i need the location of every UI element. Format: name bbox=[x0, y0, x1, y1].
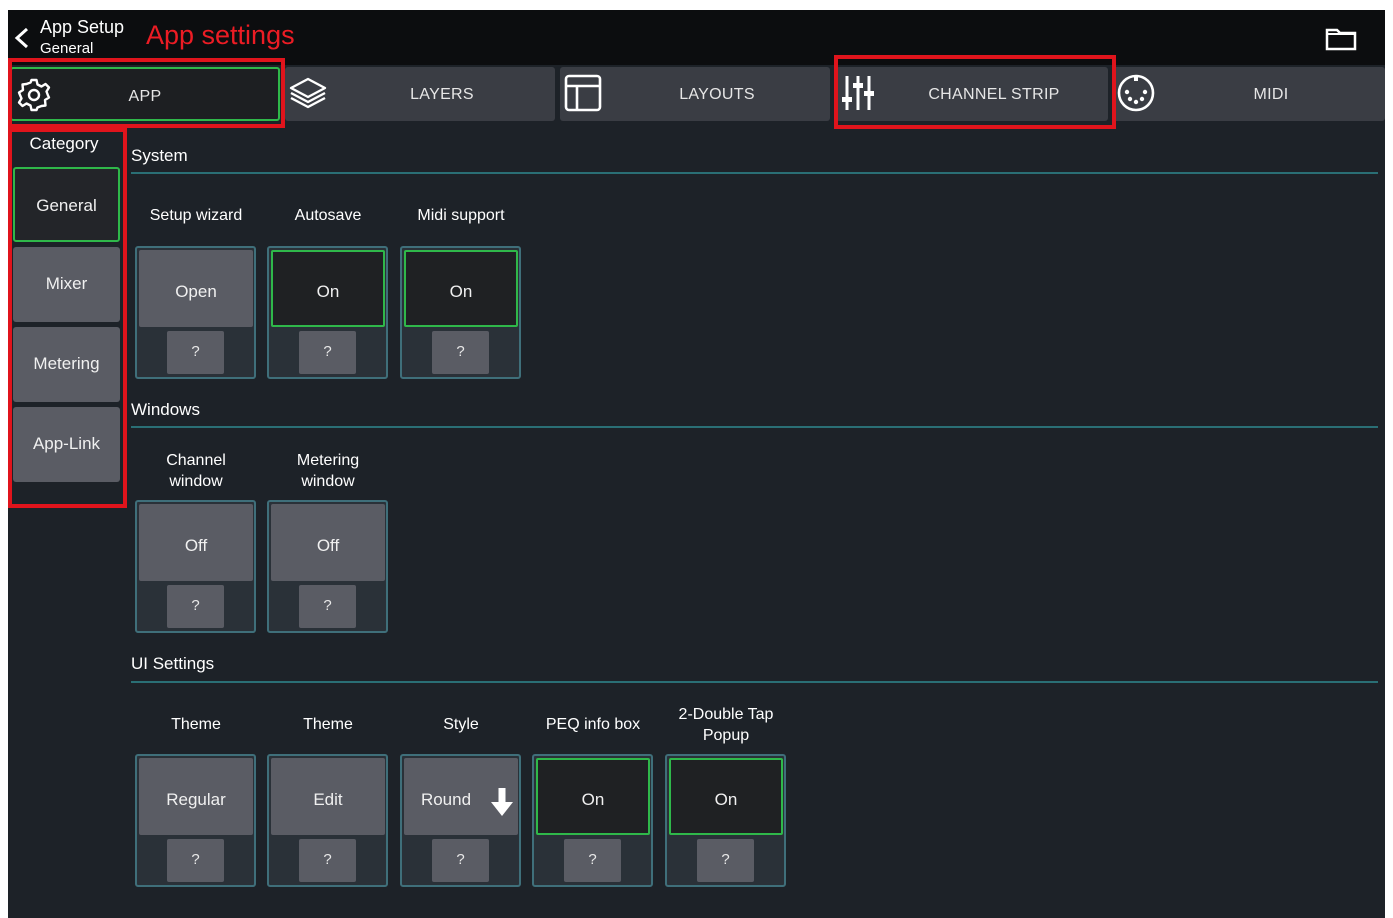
arrow-down-icon bbox=[490, 786, 514, 818]
category-general[interactable]: General bbox=[13, 167, 120, 242]
peq-info-box-toggle[interactable]: On bbox=[536, 758, 650, 835]
metering-window-toggle[interactable]: Off bbox=[271, 504, 385, 581]
double-tap-popup-toggle[interactable]: On bbox=[669, 758, 783, 835]
setting-label: Channel window bbox=[166, 452, 226, 490]
category-label: General bbox=[36, 196, 97, 215]
help-button[interactable]: ? bbox=[299, 585, 356, 628]
sliders-icon bbox=[838, 73, 880, 113]
theme-select-button[interactable]: Regular bbox=[139, 758, 253, 835]
category-label: Metering bbox=[33, 354, 100, 373]
section-title-system: System bbox=[131, 146, 188, 165]
tab-app[interactable]: APP bbox=[10, 67, 280, 121]
tab-label: LAYOUTS bbox=[679, 86, 755, 103]
section-divider bbox=[131, 426, 1378, 428]
style-dropdown[interactable]: Round bbox=[404, 758, 518, 835]
channel-window-toggle[interactable]: Off bbox=[139, 504, 253, 581]
tab-layers[interactable]: LAYERS bbox=[285, 67, 555, 121]
tab-label: CHANNEL STRIP bbox=[928, 86, 1060, 103]
setting-label: Style bbox=[443, 716, 479, 733]
setting-label: PEQ info box bbox=[545, 716, 641, 733]
tab-label: LAYERS bbox=[410, 86, 474, 103]
help-button[interactable]: ? bbox=[167, 585, 224, 628]
category-app-link[interactable]: App-Link bbox=[13, 407, 120, 482]
help-button[interactable]: ? bbox=[564, 839, 621, 882]
setting-card-setup-wizard: Open ? bbox=[135, 246, 256, 379]
help-button[interactable]: ? bbox=[167, 839, 224, 882]
setting-label: Theme bbox=[303, 716, 353, 733]
section-title-ui-settings: UI Settings bbox=[131, 654, 215, 673]
tab-label: MIDI bbox=[1253, 86, 1289, 103]
setting-card-channel-window: Off ? bbox=[135, 500, 256, 633]
setting-card-metering-window: Off ? bbox=[267, 500, 388, 633]
help-button[interactable]: ? bbox=[299, 331, 356, 374]
category-label: Mixer bbox=[45, 274, 88, 293]
help-button[interactable]: ? bbox=[299, 839, 356, 882]
setting-card-double-tap-popup: On ? bbox=[665, 754, 786, 887]
category-mixer[interactable]: Mixer bbox=[13, 247, 120, 322]
section-divider bbox=[131, 172, 1378, 174]
midi-connector-icon bbox=[1115, 73, 1157, 113]
help-button[interactable]: ? bbox=[697, 839, 754, 882]
setting-card-theme: Regular ? bbox=[135, 754, 256, 887]
folder-icon[interactable] bbox=[1324, 24, 1358, 52]
theme-edit-button[interactable]: Edit bbox=[271, 758, 385, 835]
tab-bar: APP LAYERS LAYOUTS CHANNEL STRIP MIDI bbox=[8, 66, 1385, 124]
category-title: Category bbox=[29, 134, 99, 153]
setting-card-autosave: On ? bbox=[267, 246, 388, 379]
help-button[interactable]: ? bbox=[432, 839, 489, 882]
tab-layouts[interactable]: LAYOUTS bbox=[560, 67, 830, 121]
tab-midi[interactable]: MIDI bbox=[1113, 67, 1385, 121]
setting-label: 2-Double Tap Popup bbox=[678, 706, 774, 744]
help-button[interactable]: ? bbox=[432, 331, 489, 374]
midi-support-toggle[interactable]: On bbox=[404, 250, 518, 327]
layers-icon bbox=[287, 73, 329, 113]
setting-card-peq-info-box: On ? bbox=[532, 754, 653, 887]
app-window: App Setup General App settings APP LAYER… bbox=[8, 10, 1385, 918]
section-title-windows: Windows bbox=[131, 400, 200, 419]
header-bar: App Setup General App settings bbox=[8, 10, 1385, 65]
tab-label: APP bbox=[128, 88, 162, 105]
setting-label: Setup wizard bbox=[149, 207, 243, 224]
setting-label: Metering window bbox=[296, 452, 360, 490]
setting-label: Theme bbox=[171, 716, 221, 733]
setting-card-midi-support: On ? bbox=[400, 246, 521, 379]
tab-channel-strip[interactable]: CHANNEL STRIP bbox=[836, 67, 1108, 121]
category-label: App-Link bbox=[32, 434, 101, 453]
setting-card-theme-edit: Edit ? bbox=[267, 754, 388, 887]
autosave-toggle[interactable]: On bbox=[271, 250, 385, 327]
layout-icon bbox=[562, 73, 604, 113]
header-subtitle: General bbox=[40, 40, 94, 57]
setting-label: Autosave bbox=[294, 207, 362, 224]
help-button[interactable]: ? bbox=[167, 331, 224, 374]
setup-wizard-button[interactable]: Open bbox=[139, 250, 253, 327]
back-chevron-icon[interactable] bbox=[12, 20, 34, 56]
header-title: App Setup bbox=[40, 17, 125, 37]
section-divider bbox=[131, 681, 1378, 683]
setting-label: Midi support bbox=[417, 207, 505, 224]
category-metering[interactable]: Metering bbox=[13, 327, 120, 402]
setting-card-style: Round ? bbox=[400, 754, 521, 887]
annotation-label: App settings bbox=[146, 20, 295, 50]
